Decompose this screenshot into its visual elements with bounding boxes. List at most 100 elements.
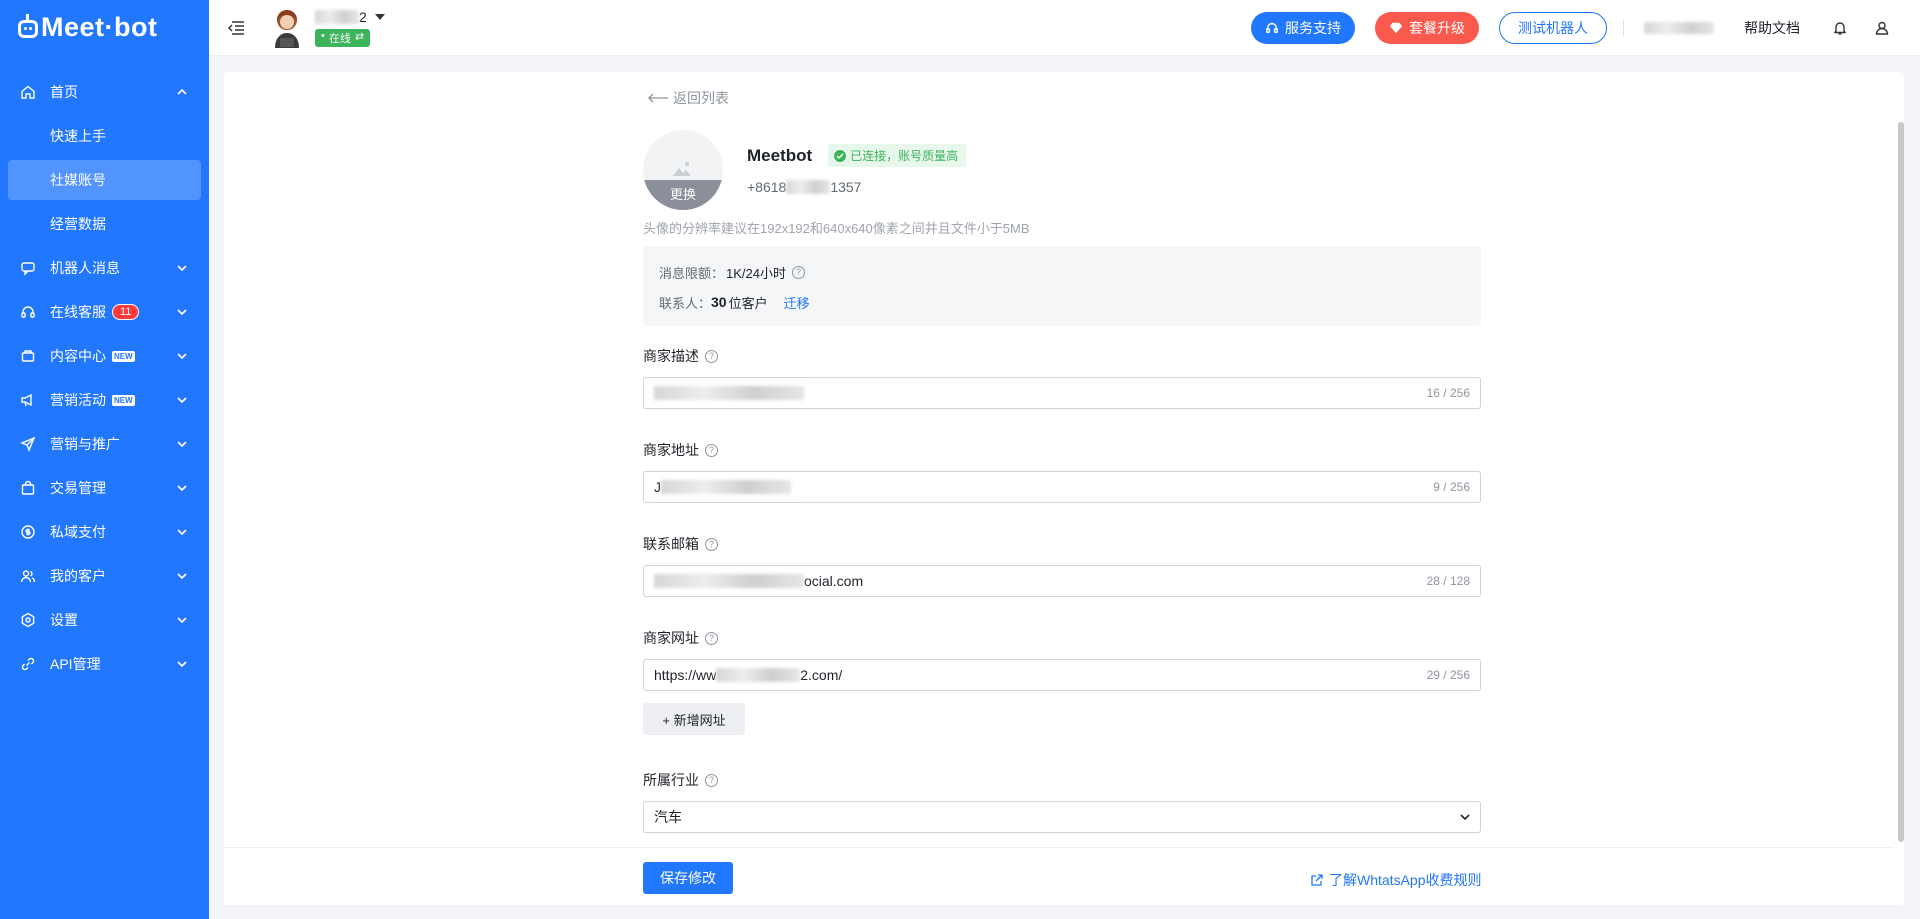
sidebar-item-api-management[interactable]: API管理: [0, 642, 209, 686]
image-placeholder-icon: [673, 162, 691, 176]
user-icon[interactable]: [1872, 18, 1892, 38]
back-to-list-link[interactable]: 返回列表: [647, 88, 729, 108]
business-website-field: 商家网址? https://ww 2.com/ 29 / 256: [643, 628, 1481, 691]
profile-header: 更换 Meetbot 已连接，账号质量高 +8618 1357: [643, 130, 967, 210]
help-icon[interactable]: ?: [705, 443, 718, 457]
account-status-badge: • 在线 ⇄: [315, 29, 371, 47]
whatsapp-pricing-rules-link[interactable]: 了解WhtatsApp收费规则: [1310, 870, 1481, 890]
shopping-bag-icon: [20, 480, 36, 496]
connection-status-badge: 已连接，账号质量高: [828, 144, 967, 167]
business-address-input[interactable]: J 9 / 256: [643, 471, 1481, 503]
redacted-phone: [786, 180, 831, 194]
help-icon[interactable]: ?: [705, 773, 718, 787]
sidebar-item-content-center[interactable]: 内容中心 NEW: [0, 334, 209, 378]
caret-down-icon: [374, 14, 385, 20]
brand-logo[interactable]: Meet·bot: [0, 0, 209, 54]
arrow-left-icon: [648, 93, 668, 103]
sidebar-item-robot-messages[interactable]: 机器人消息: [0, 246, 209, 290]
help-icon[interactable]: ?: [705, 537, 718, 551]
redacted-user-info: [1644, 21, 1714, 34]
chevron-down-icon: [177, 397, 187, 404]
migrate-link[interactable]: 迁移: [784, 293, 810, 312]
contact-email-input[interactable]: ocial.com 28 / 128: [643, 565, 1481, 597]
sidebar-item-label: 交易管理: [50, 480, 106, 496]
industry-select[interactable]: 汽车: [643, 801, 1481, 833]
help-icon[interactable]: ?: [705, 631, 718, 645]
dollar-circle-icon: [20, 524, 36, 540]
save-changes-button[interactable]: 保存修改: [643, 862, 733, 894]
profile-phone: +8618 1357: [747, 179, 862, 195]
profile-avatar[interactable]: 更换: [643, 130, 723, 210]
unread-count-badge: 11: [112, 304, 140, 320]
headset-icon: [1266, 22, 1278, 33]
headset-icon: [20, 304, 36, 320]
contact-email-field: 联系邮箱? ocial.com 28 / 128: [643, 534, 1481, 597]
sidebar-item-live-support[interactable]: 在线客服 11: [0, 290, 209, 334]
sidebar-item-label: API管理: [50, 656, 101, 672]
main-content-card: 返回列表 更换 Meetbot 已连接，账号质量高 +8618 1357 头像的…: [224, 72, 1904, 905]
profile-name: Meetbot: [747, 145, 813, 165]
business-description-field: 商家描述? 16 / 256: [643, 346, 1481, 409]
sidebar: Meet·bot 首页 快速上手 社媒账号 经营数据 机器人消息 在线客服 11: [0, 0, 209, 919]
new-badge: NEW: [112, 394, 135, 406]
change-avatar-button[interactable]: 更换: [643, 180, 723, 210]
account-switcher[interactable]: 2 • 在线 ⇄: [271, 8, 385, 48]
sidebar-item-settings[interactable]: 设置: [0, 598, 209, 642]
sidebar-item-social-accounts[interactable]: 社媒账号: [8, 160, 201, 200]
content-icon: [20, 348, 36, 364]
char-count: 16 / 256: [1426, 386, 1470, 400]
sidebar-item-marketing-promotion[interactable]: 营销与推广: [0, 422, 209, 466]
bell-icon[interactable]: [1830, 18, 1850, 38]
sidebar-item-transactions[interactable]: 交易管理: [0, 466, 209, 510]
sidebar-item-label: 设置: [50, 612, 78, 628]
add-website-button[interactable]: + 新增网址: [643, 703, 745, 735]
external-link-icon: [1311, 873, 1323, 886]
chevron-down-icon: [177, 661, 187, 668]
sidebar-item-label: 营销活动: [50, 392, 106, 408]
help-icon[interactable]: ?: [705, 349, 718, 363]
robot-chat-icon: [20, 260, 36, 276]
top-bar: 2 • 在线 ⇄ 服务支持 套餐升级 测试机器人 帮助文档: [209, 0, 1920, 56]
char-count: 28 / 128: [1426, 574, 1470, 588]
sidebar-item-label: 首页: [50, 84, 78, 100]
chevron-down-icon: [1460, 814, 1470, 821]
char-count: 9 / 256: [1433, 480, 1470, 494]
sidebar-item-quick-start[interactable]: 快速上手: [0, 114, 209, 158]
help-docs-link[interactable]: 帮助文档: [1744, 18, 1800, 38]
sidebar-item-marketing-campaigns[interactable]: 营销活动 NEW: [0, 378, 209, 422]
message-limit-value: 1K/24小时: [726, 265, 786, 281]
sidebar-nav: 首页 快速上手 社媒账号 经营数据 机器人消息 在线客服 11 内容中心 NEW…: [0, 54, 209, 686]
sidebar-item-my-customers[interactable]: 我的客户: [0, 554, 209, 598]
chevron-down-icon: [177, 485, 187, 492]
megaphone-icon: [20, 392, 36, 408]
quota-info-box: 消息限额： 1K/24小时 ? 联系人： 30 位客户 迁移: [643, 246, 1481, 326]
sidebar-item-private-payment[interactable]: 私域支付: [0, 510, 209, 554]
sidebar-item-business-data[interactable]: 经营数据: [0, 202, 209, 246]
redacted-address: [661, 480, 791, 494]
chevron-down-icon: [177, 529, 187, 536]
paper-plane-icon: [20, 436, 36, 452]
chevron-down-icon: [177, 573, 187, 580]
chevron-down-icon: [177, 441, 187, 448]
upgrade-plan-button[interactable]: 套餐升级: [1375, 11, 1479, 44]
business-website-input[interactable]: https://ww 2.com/ 29 / 256: [643, 659, 1481, 691]
help-icon[interactable]: ?: [792, 265, 805, 279]
users-icon: [20, 568, 36, 584]
sidebar-item-home[interactable]: 首页: [0, 70, 209, 114]
chevron-down-icon: [177, 353, 187, 360]
vertical-scrollbar[interactable]: [1898, 122, 1904, 842]
business-description-input[interactable]: 16 / 256: [643, 377, 1481, 409]
service-support-button[interactable]: 服务支持: [1251, 11, 1355, 44]
account-name: 2: [315, 8, 385, 26]
sidebar-item-label: 在线客服: [50, 304, 106, 320]
check-circle-icon: [834, 149, 847, 162]
char-count: 29 / 256: [1426, 668, 1470, 682]
sidebar-item-label: 营销与推广: [50, 436, 120, 452]
test-bot-button[interactable]: 测试机器人: [1499, 11, 1607, 44]
divider: [1623, 19, 1624, 36]
redacted-description: [654, 386, 804, 400]
form-footer: 保存修改 了解WhtatsApp收费规则: [224, 847, 1894, 905]
home-icon: [20, 84, 36, 100]
sidebar-item-label: 私域支付: [50, 524, 106, 540]
collapse-sidebar-icon[interactable]: [223, 15, 249, 41]
